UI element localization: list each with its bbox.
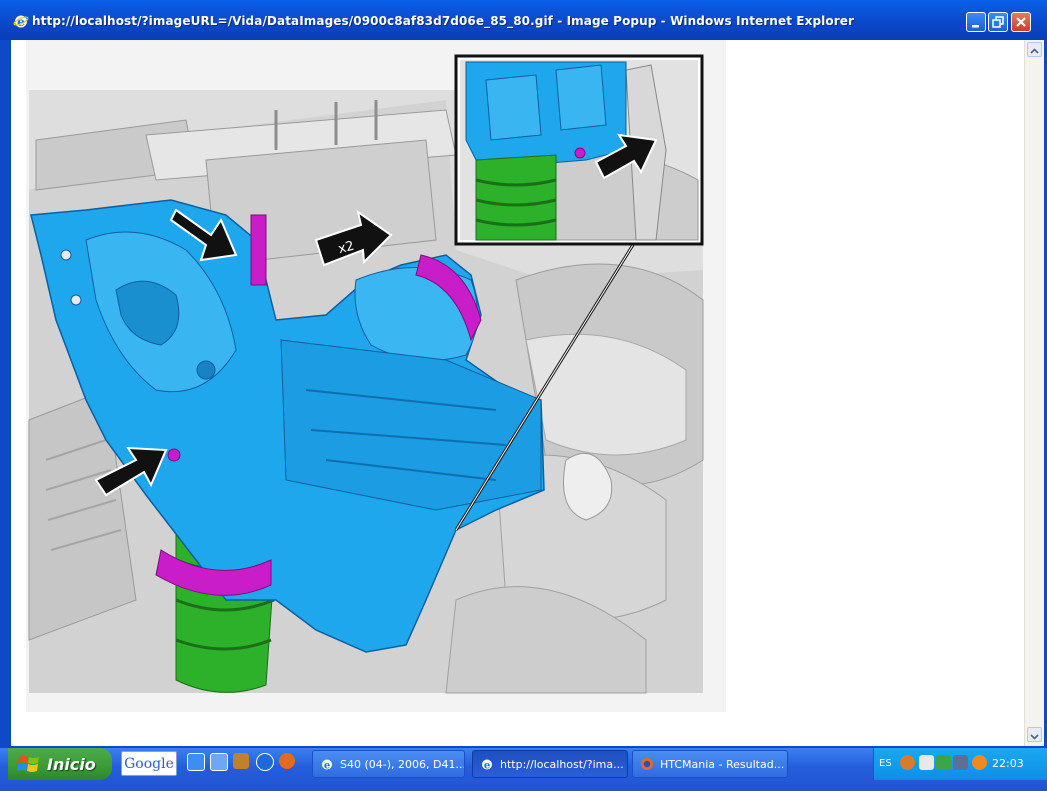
restore-icon	[992, 16, 1004, 28]
tray-arrow-icon[interactable]	[900, 755, 915, 770]
language-indicator[interactable]: ES	[879, 758, 892, 769]
media-player-icon[interactable]	[256, 753, 274, 771]
taskbar-item-label: http://localhost/?ima...	[500, 757, 624, 771]
scroll-up-button[interactable]	[1027, 42, 1042, 57]
internet-explorer-icon: e	[13, 15, 29, 29]
network-icon[interactable]	[953, 755, 968, 770]
tray-sync-icon[interactable]	[936, 755, 951, 770]
scroll-down-button[interactable]	[1027, 727, 1042, 742]
system-tray: ES 22:03	[873, 748, 1047, 780]
tray-update-icon[interactable]	[972, 755, 987, 770]
taskbar-item-s40[interactable]: e S40 (04-), 2006, D41...	[312, 750, 465, 778]
chevron-up-icon	[1030, 48, 1039, 54]
taskbar-item-label: HTCMania - Resultad...	[660, 757, 785, 771]
firefox-icon	[641, 758, 653, 770]
show-desktop-icon[interactable]	[187, 753, 205, 771]
start-button[interactable]: Inicio	[8, 748, 112, 780]
vertical-scrollbar[interactable]	[1024, 40, 1044, 746]
clock: 22:03	[992, 757, 1024, 770]
outlook-express-icon[interactable]	[210, 753, 228, 771]
detail-inset	[454, 54, 704, 246]
taskbar-item-htcmania[interactable]: HTCMania - Resultad...	[632, 750, 788, 778]
svg-text:e: e	[324, 761, 330, 772]
close-button[interactable]	[1011, 12, 1031, 32]
title-bar[interactable]: e http://localhost/?imageURL=/Vida/DataI…	[0, 0, 1047, 40]
chevron-down-icon	[1030, 734, 1039, 740]
close-icon	[1016, 17, 1026, 27]
google-toolbar-button[interactable]: Google	[121, 751, 177, 776]
taskbar: Inicio Google e S40 (04-), 2006, D41... …	[0, 748, 1047, 791]
minimize-icon	[972, 25, 979, 28]
internet-explorer-icon: e	[482, 759, 492, 772]
google-label: Google	[124, 755, 174, 772]
page-content: x2	[11, 40, 1044, 746]
turbocharger-diagram: x2	[28, 54, 704, 694]
start-label: Inicio	[47, 754, 96, 774]
taskbar-item-label: S40 (04-), 2006, D41...	[340, 757, 465, 771]
diagram-image: x2	[26, 40, 726, 712]
firefox-icon[interactable]	[279, 753, 295, 769]
taskbar-item-localhost[interactable]: e http://localhost/?ima...	[472, 750, 628, 778]
windows-logo-icon	[17, 756, 39, 772]
internet-explorer-icon: e	[322, 759, 332, 772]
paint-icon[interactable]	[233, 753, 249, 769]
minimize-button[interactable]	[966, 12, 986, 32]
svg-text:e: e	[484, 761, 490, 772]
maximize-button[interactable]	[988, 12, 1008, 32]
window-title: http://localhost/?imageURL=/Vida/DataIma…	[32, 14, 854, 28]
tray-document-icon[interactable]	[919, 755, 934, 770]
